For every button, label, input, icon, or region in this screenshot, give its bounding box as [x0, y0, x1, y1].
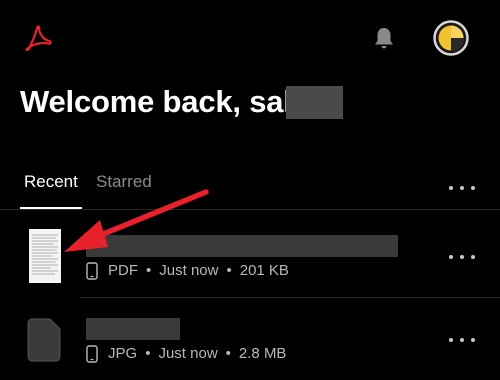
separator-dot: • — [226, 262, 232, 279]
separator-dot: • — [146, 262, 152, 279]
file-type: JPG — [108, 345, 138, 362]
separator-dot: • — [145, 345, 151, 362]
file-time: Just now — [158, 345, 218, 362]
tab-recent[interactable]: Recent — [24, 172, 78, 192]
file-type: PDF — [108, 262, 138, 279]
redacted-file-name[interactable] — [86, 318, 180, 340]
phone-icon — [86, 262, 98, 280]
redacted-file-name[interactable] — [86, 235, 398, 257]
file-more-options-icon[interactable] — [449, 253, 475, 261]
adobe-acrobat-logo-icon — [22, 22, 54, 54]
bell-icon[interactable] — [371, 25, 397, 51]
file-icon[interactable] — [27, 318, 61, 362]
redacted-name-block — [286, 86, 343, 119]
separator-dot: • — [225, 345, 231, 362]
phone-icon — [86, 345, 98, 363]
file-more-options-icon[interactable] — [449, 336, 475, 344]
tab-divider — [0, 209, 500, 210]
document-thumbnail[interactable] — [29, 229, 61, 283]
file-size: 201 KB — [239, 262, 289, 279]
file-meta: JPG • Just now • 2.8 MB — [86, 345, 286, 363]
avatar[interactable] — [433, 20, 469, 56]
file-time: Just now — [159, 262, 219, 279]
tabs-more-options-icon[interactable] — [449, 184, 475, 192]
welcome-heading: Welcome back, sahil — [20, 84, 319, 119]
file-size: 2.8 MB — [238, 345, 287, 362]
file-meta: PDF • Just now • 201 KB — [86, 262, 289, 280]
row-divider — [80, 297, 500, 298]
tab-starred[interactable]: Starred — [96, 172, 152, 192]
